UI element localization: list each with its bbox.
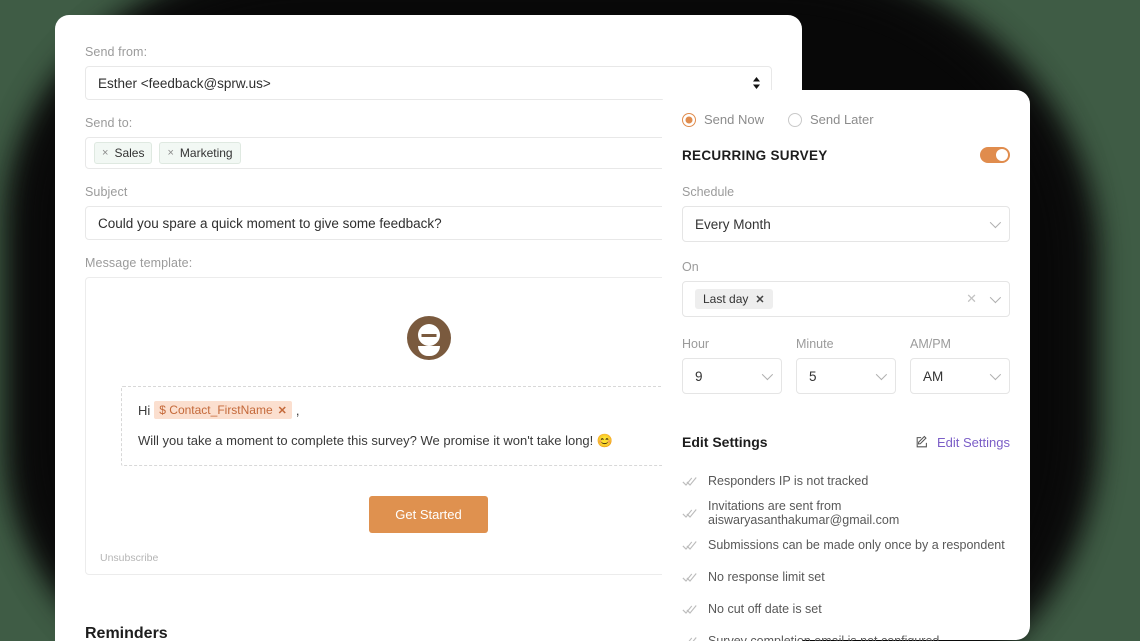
subject-value: Could you spare a quick moment to give s… xyxy=(98,215,442,231)
chevron-down-icon xyxy=(875,368,888,381)
chevron-down-icon xyxy=(989,368,1002,381)
remove-merge-field-icon[interactable]: ✕ xyxy=(278,404,287,417)
chevron-down-icon xyxy=(989,291,1002,304)
ampm-select[interactable]: AM xyxy=(910,358,1010,394)
send-now-label: Send Now xyxy=(704,112,764,127)
hour-value: 9 xyxy=(695,368,703,384)
setting-item: Survey completion email is not configure… xyxy=(682,628,1010,641)
double-check-icon xyxy=(682,508,697,518)
send-from-label: Send from: xyxy=(85,45,148,59)
setting-text: Responders IP is not tracked xyxy=(708,474,869,488)
double-check-icon xyxy=(682,604,697,614)
logo-bar xyxy=(421,334,436,337)
hour-label: Hour xyxy=(682,337,710,351)
logo-base xyxy=(417,346,440,356)
merge-field-label: $ Contact_FirstName xyxy=(159,403,273,417)
schedule-select[interactable]: Every Month xyxy=(682,206,1010,242)
email-greeting-line: Hi $ Contact_FirstName ✕ , xyxy=(138,401,719,419)
recipient-tag-label: Marketing xyxy=(179,146,233,160)
settings-summary-list: Responders IP is not tracked Invitations… xyxy=(682,468,1010,641)
recipient-tag[interactable]: × Sales xyxy=(94,142,153,164)
hour-group: Hour 9 xyxy=(682,337,782,394)
on-group: On Last day ✕ ✕ xyxy=(682,260,1010,317)
panel-title: RECURRING SURVEY xyxy=(682,147,828,163)
edit-settings-header: Edit Settings Edit Settings xyxy=(682,434,1010,450)
remove-day-icon[interactable]: ✕ xyxy=(755,293,764,306)
double-check-icon xyxy=(682,540,697,550)
double-check-icon xyxy=(688,636,697,641)
ampm-value: AM xyxy=(923,368,944,384)
remove-tag-icon[interactable]: × xyxy=(167,145,173,161)
on-multiselect[interactable]: Last day ✕ ✕ xyxy=(682,281,1010,317)
stepper-arrows-glyph xyxy=(753,77,760,89)
send-from-value: Esther <feedback@sprw.us> xyxy=(98,75,271,91)
setting-item: Submissions can be made only once by a r… xyxy=(682,532,1010,558)
minute-select[interactable]: 5 xyxy=(796,358,896,394)
chevron-down-icon xyxy=(989,216,1002,229)
schedule-group: Schedule Every Month xyxy=(682,185,1010,242)
panel-header: RECURRING SURVEY xyxy=(682,147,1010,163)
recurring-survey-toggle[interactable] xyxy=(980,147,1010,163)
brand-logo-icon xyxy=(406,316,451,360)
get-started-button[interactable]: Get Started xyxy=(369,496,488,533)
setting-item: No cut off date is set xyxy=(682,596,1010,622)
greeting-suffix: , xyxy=(295,402,300,418)
minute-group: Minute 5 xyxy=(796,337,896,394)
on-label: On xyxy=(682,260,699,274)
on-day-pill[interactable]: Last day ✕ xyxy=(695,289,773,309)
send-later-option[interactable]: Send Later xyxy=(787,112,874,127)
radio-selected-icon[interactable] xyxy=(682,112,696,127)
remove-tag-icon[interactable]: × xyxy=(102,145,108,161)
ampm-group: AM/PM AM xyxy=(910,337,1010,394)
email-body-text: Will you take a moment to complete this … xyxy=(138,433,614,448)
setting-text: Submissions can be made only once by a r… xyxy=(708,538,1005,552)
setting-item: No response limit set xyxy=(682,564,1010,590)
setting-text: No response limit set xyxy=(708,570,825,584)
setting-text: Invitations are sent from aiswaryasantha… xyxy=(708,499,900,527)
send-now-option[interactable]: Send Now xyxy=(682,112,764,127)
minute-value: 5 xyxy=(809,368,817,384)
schedule-label: Schedule xyxy=(682,185,735,199)
schedule-value: Every Month xyxy=(695,216,771,232)
setting-item: Responders IP is not tracked xyxy=(682,468,1010,494)
setting-item: Invitations are sent from aiswaryasantha… xyxy=(682,499,1010,527)
toggle-knob xyxy=(996,149,1008,161)
edit-settings-heading: Edit Settings xyxy=(682,434,768,450)
on-day-label: Last day xyxy=(703,292,749,306)
pencil-square-edit-icon xyxy=(916,435,927,448)
minute-label: Minute xyxy=(796,337,834,351)
setting-text: No cut off date is set xyxy=(708,602,822,616)
double-check-icon xyxy=(682,572,697,582)
merge-field-chip[interactable]: $ Contact_FirstName ✕ xyxy=(154,401,292,419)
edit-settings-link[interactable]: Edit Settings xyxy=(915,435,1010,450)
edit-settings-link-label: Edit Settings xyxy=(937,434,1010,450)
email-body-editor[interactable]: Hi $ Contact_FirstName ✕ , Will you take… xyxy=(121,369,736,466)
unsubscribe-link[interactable]: Unsubscribe xyxy=(100,552,158,564)
recurring-survey-panel: Send Now Send Later RECURRING SURVEY Sch… xyxy=(662,90,1030,641)
radio-unselected-icon[interactable] xyxy=(787,112,802,127)
setting-text: Survey completion email is not configure… xyxy=(708,634,940,641)
greeting-prefix: Hi xyxy=(138,402,151,418)
double-check-icon xyxy=(682,476,697,486)
chevron-down-icon xyxy=(761,368,774,381)
clear-selection-icon[interactable]: ✕ xyxy=(966,291,977,307)
send-later-label: Send Later xyxy=(809,112,874,127)
hour-select[interactable]: 9 xyxy=(682,358,782,394)
send-mode-radio-group: Send Now Send Later xyxy=(682,112,1010,127)
recipient-tag[interactable]: × Marketing xyxy=(159,142,241,164)
recipient-tag-label: Sales xyxy=(114,146,145,160)
stepper-arrows-icon[interactable] xyxy=(752,76,761,90)
ampm-label: AM/PM xyxy=(910,337,951,351)
time-selectors: Hour 9 Minute 5 AM/PM AM xyxy=(682,337,1010,394)
